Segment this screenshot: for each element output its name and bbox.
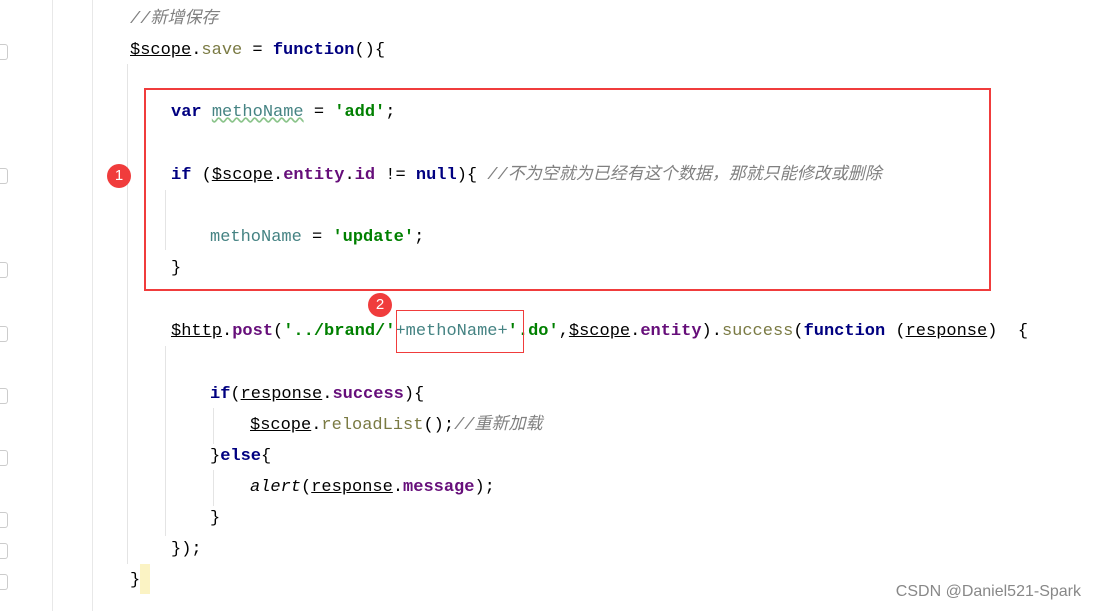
code-token: ){	[403, 385, 425, 404]
code-line[interactable]: $scope.save = function(){	[130, 39, 385, 63]
fold-icon[interactable]	[0, 574, 8, 590]
code-token: }	[210, 509, 221, 528]
code-line[interactable]: }else{	[210, 445, 271, 469]
code-line[interactable]: $http.post('../brand/'+methoName+'.do',$…	[171, 320, 1028, 344]
code-token: .	[392, 478, 404, 497]
code-line[interactable]: });	[171, 538, 202, 562]
code-line[interactable]: $scope.reloadList();//重新加载	[250, 414, 542, 438]
fold-icon[interactable]	[0, 168, 8, 184]
code-token: .	[630, 322, 641, 341]
fold-icon[interactable]	[0, 326, 8, 342]
fold-icon[interactable]	[0, 44, 8, 60]
code-token: }	[210, 447, 221, 466]
code-token: ).	[701, 322, 722, 341]
indent-guide	[213, 408, 214, 444]
annotation-box-1	[144, 88, 991, 291]
code-token: {	[261, 447, 272, 466]
indent-guide	[127, 64, 128, 564]
gutter-divider	[52, 0, 53, 611]
code-token: reloadList	[321, 416, 424, 435]
code-token: (){	[354, 41, 386, 60]
code-token: .	[311, 416, 322, 435]
fold-icon[interactable]	[0, 543, 8, 559]
code-token: '../brand/'	[283, 322, 396, 341]
code-line[interactable]: }	[130, 569, 140, 593]
code-token: entity	[640, 322, 702, 341]
code-token: (	[273, 322, 284, 341]
code-token: //重新加载	[454, 416, 543, 435]
code-token: response	[311, 478, 393, 497]
watermark: CSDN @Daniel521-Spark	[895, 583, 1081, 600]
code-token: (	[301, 478, 312, 497]
code-token: success	[721, 322, 794, 341]
annotation-badge-2: 2	[368, 293, 392, 317]
code-token: response	[240, 385, 323, 404]
code-token: (	[885, 322, 906, 341]
code-token: ) {	[987, 322, 1029, 341]
code-token: ();	[423, 416, 455, 435]
code-token: (	[230, 385, 241, 404]
code-token: .	[322, 385, 333, 404]
code-token: (	[793, 322, 804, 341]
indent-guide	[213, 470, 214, 506]
fold-icon[interactable]	[0, 450, 8, 466]
code-token: function	[272, 41, 355, 60]
code-line[interactable]: }	[210, 507, 220, 531]
fold-icon[interactable]	[0, 262, 8, 278]
code-token: $scope	[568, 322, 631, 341]
indent-guide	[165, 346, 166, 536]
code-token: post	[232, 322, 274, 341]
code-token: $scope	[250, 416, 312, 435]
brace-match-highlight	[140, 564, 150, 594]
code-line[interactable]: alert(response.message);	[250, 476, 495, 500]
code-token: ,	[558, 322, 569, 341]
code-token: function	[803, 322, 886, 341]
code-token: response	[905, 322, 988, 341]
code-line[interactable]: if(response.success){	[210, 383, 424, 407]
code-line[interactable]: //新增保存	[130, 8, 218, 32]
code-token: alert	[250, 478, 302, 497]
code-token: message	[403, 478, 475, 497]
code-token: else	[220, 447, 262, 466]
fold-icon[interactable]	[0, 388, 8, 404]
code-token: $http	[171, 322, 223, 341]
code-token: }	[130, 571, 141, 590]
code-token: save	[201, 41, 243, 60]
fold-icon[interactable]	[0, 512, 8, 528]
code-token: .	[222, 322, 233, 341]
code-token: );	[474, 478, 495, 497]
annotation-badge-1: 1	[107, 164, 131, 188]
code-token: });	[171, 540, 202, 559]
code-token: $scope	[130, 41, 192, 60]
gutter-divider	[92, 0, 93, 611]
annotation-box-2	[396, 310, 524, 353]
code-token: =	[242, 41, 273, 60]
code-token: success	[332, 385, 404, 404]
code-token: if	[210, 385, 231, 404]
code-token: //新增保存	[130, 10, 219, 29]
code-token: .	[191, 41, 202, 60]
